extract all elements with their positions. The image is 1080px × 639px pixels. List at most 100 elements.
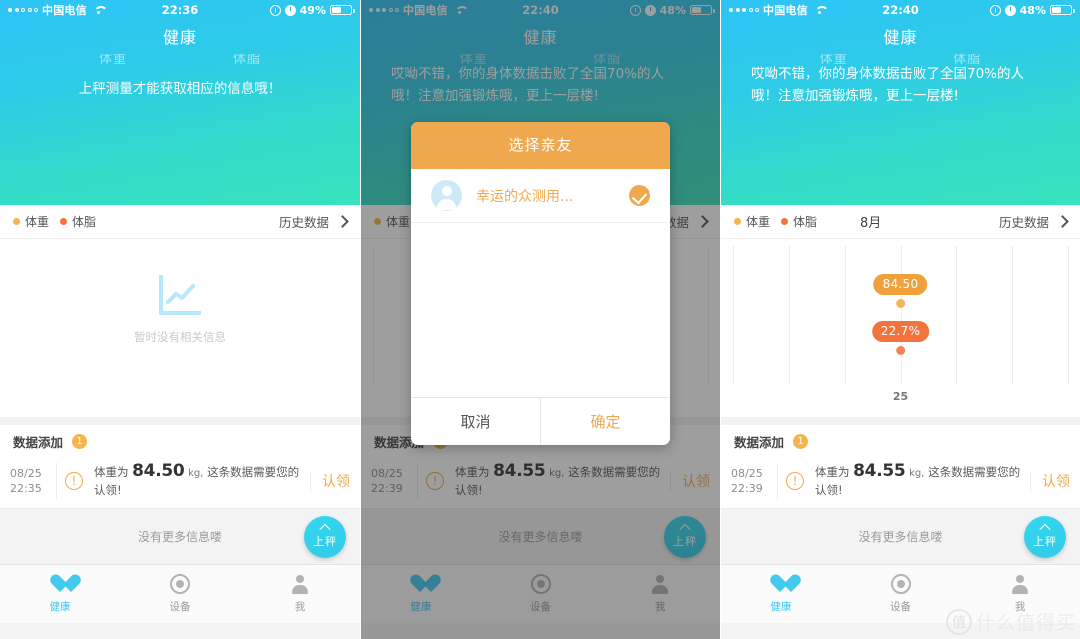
location-icon [989, 4, 1001, 16]
chevron-right-icon [336, 215, 349, 228]
battery-percent-label: 49% [299, 3, 326, 17]
warning-icon: ! [786, 472, 804, 490]
friend-name-label: 幸运的众测用... [476, 188, 574, 205]
data-added-header: 数据添加 1 [721, 425, 1080, 457]
screen-empty: 中国电信 22:36 49% 健康 体重 体脂 上秤测量才能获取相应的信息哦！ [0, 0, 360, 639]
weigh-in-fab-button[interactable]: 上秤 [304, 515, 346, 558]
data-row-time: 22:39 [731, 482, 763, 495]
chart-placeholder-icon [159, 275, 201, 315]
hero-message-line1: 哎呦不错，你的身体数据击败了全国70%的人 [751, 66, 1025, 82]
friend-list-item[interactable]: 幸运的众测用... [411, 169, 670, 223]
confirm-button[interactable]: 确定 [540, 398, 670, 445]
data-row-time: 22:35 [10, 482, 42, 495]
chart-legend-row: 体重 体脂 8月 历史数据 [721, 205, 1080, 239]
page-title: 健康 [883, 28, 918, 47]
legend-label-fat: 体脂 [72, 215, 97, 229]
legend-item-fat: 体脂 [60, 213, 96, 230]
metric-label-fat: 体脂 [953, 54, 982, 67]
legend-dot-fat [781, 218, 789, 225]
data-row-unit: kg, [188, 468, 204, 479]
section-divider [0, 417, 360, 425]
data-row-value: 84.55 [853, 461, 906, 481]
battery-icon [1050, 5, 1075, 15]
legend-label-fat: 体脂 [793, 215, 818, 229]
hero-message-line2: 哦！注意加强锻炼哦，更上一层楼! [751, 88, 959, 104]
screenshot-triptych: 中国电信 22:36 49% 健康 体重 体脂 上秤测量才能获取相应的信息哦！ [0, 0, 1080, 639]
chart-empty-text: 暂时没有相关信息 [134, 330, 226, 344]
device-icon [890, 574, 911, 594]
data-row[interactable]: 08/25 22:35 ! 体重为 84.50 kg, 这条数据需要您的认领! … [0, 457, 360, 508]
data-count-badge: 1 [793, 433, 809, 449]
status-bar-right: 48% [989, 4, 1075, 17]
data-row-text: 体重为 84.50 kg, 这条数据需要您的认领! [94, 463, 310, 499]
history-data-link[interactable]: 历史数据 [279, 212, 349, 231]
hero-header: 中国电信 22:40 48% 健康 体重 体脂 哎呦不错，你的身体数据击败了全国… [721, 0, 1080, 205]
data-added-header: 数据添加 1 [0, 425, 360, 457]
data-added-section: 数据添加 1 08/25 22:39 ! 体重为 84.55 kg, 这条数据需… [721, 425, 1080, 508]
tab-bar: 健康 设备 我 [0, 564, 360, 623]
claim-button[interactable]: 认领 [310, 471, 350, 491]
page-title: 健康 [162, 28, 197, 47]
data-row-date: 08/25 [731, 467, 763, 480]
chevron-right-icon [1056, 215, 1069, 228]
status-bar: 中国电信 22:40 48% [721, 0, 1080, 20]
section-divider [721, 417, 1080, 425]
data-row-value: 84.50 [132, 461, 185, 481]
hero-message: 哎呦不错，你的身体数据击败了全国70%的人 哦！注意加强锻炼哦，更上一层楼! [721, 63, 1080, 107]
metric-label-weight: 体重 [98, 54, 127, 67]
heart-icon [50, 575, 71, 594]
weight-data-point [896, 299, 905, 308]
history-data-label: 历史数据 [998, 215, 1049, 230]
battery-icon [330, 5, 355, 15]
status-bar: 中国电信 22:36 49% [0, 0, 360, 20]
no-more-footer: 没有更多信息喽 上秤 [721, 508, 1080, 564]
location-icon [269, 4, 281, 16]
avatar [431, 180, 462, 211]
tab-health[interactable]: 健康 [721, 565, 841, 623]
tab-me-label: 我 [1014, 600, 1026, 613]
weight-value-badge: 84.50 [873, 274, 928, 295]
cancel-button[interactable]: 取消 [411, 398, 540, 445]
alarm-icon [1004, 4, 1016, 16]
legend-item-weight: 体重 [13, 213, 49, 230]
legend-item-weight: 体重 [734, 213, 770, 230]
tab-health[interactable]: 健康 [0, 565, 120, 623]
tab-device[interactable]: 设备 [841, 565, 961, 623]
data-row-divider [56, 463, 57, 499]
legend-label-weight: 体重 [746, 215, 771, 229]
check-icon[interactable] [629, 185, 650, 206]
tab-me[interactable]: 我 [240, 565, 360, 623]
legend-dot-weight [13, 218, 20, 225]
chart-body: 暂时没有相关信息 [0, 239, 360, 417]
data-count-badge: 1 [72, 433, 88, 449]
chart-x-tick-label: 25 [892, 390, 909, 403]
chart-legend-row: 体重 体脂 历史数据 [0, 205, 360, 239]
chart-month-label: 8月 [860, 216, 882, 231]
dialog-title: 选择亲友 [411, 122, 670, 169]
alarm-icon [284, 4, 296, 16]
dialog-actions: 取消 确定 [411, 397, 670, 445]
chart-data-point-group[interactable]: 84.50 22.7% [871, 273, 930, 355]
chart-body: 84.50 22.7% 25 [721, 239, 1080, 417]
data-row-unit: kg, [909, 468, 925, 479]
fat-value-badge: 22.7% [871, 321, 930, 342]
chart-card: 体重 体脂 历史数据 暂时没有相关信息 [0, 205, 360, 417]
claim-button[interactable]: 认领 [1030, 471, 1070, 491]
data-row-text: 体重为 84.55 kg, 这条数据需要您的认领! [815, 463, 1030, 499]
chart-empty-state: 暂时没有相关信息 [0, 275, 360, 345]
data-row-date: 08/25 [10, 467, 42, 480]
select-friend-dialog: 选择亲友 幸运的众测用... 取消 确定 [411, 122, 670, 445]
tab-me[interactable]: 我 [960, 565, 1080, 623]
data-row[interactable]: 08/25 22:39 ! 体重为 84.55 kg, 这条数据需要您的认领! … [721, 457, 1080, 508]
person-icon [1010, 574, 1030, 594]
hero-message: 上秤测量才能获取相应的信息哦！ [78, 81, 282, 97]
history-data-link[interactable]: 历史数据 [998, 212, 1069, 231]
tab-device[interactable]: 设备 [120, 565, 240, 623]
legend-label-weight: 体重 [25, 215, 50, 229]
weigh-in-fab-label: 上秤 [313, 535, 337, 548]
chart-card: 体重 体脂 8月 历史数据 [721, 205, 1080, 417]
tab-bar: 健康 设备 我 [721, 564, 1080, 623]
weigh-in-fab-button[interactable]: 上秤 [1024, 515, 1066, 558]
data-row-divider [777, 463, 778, 499]
legend-dot-weight [734, 218, 741, 225]
